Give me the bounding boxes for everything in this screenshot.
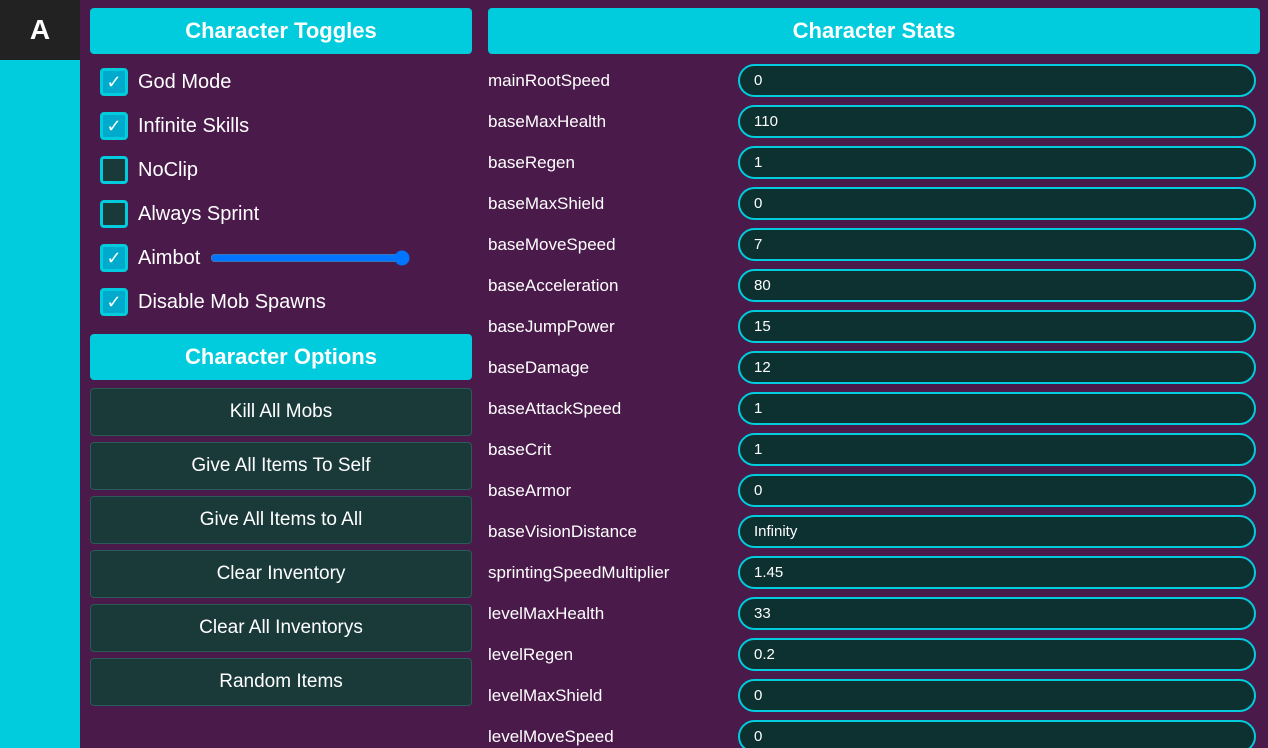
stat-row-baseAcceleration: baseAcceleration <box>488 267 1256 304</box>
checkbox-disable-mob-spawns[interactable]: ✓ <box>100 288 128 316</box>
stat-input-baseCrit[interactable] <box>738 433 1256 466</box>
aimbot-slider[interactable] <box>210 249 410 267</box>
stat-row-baseMoveSpeed: baseMoveSpeed <box>488 226 1256 263</box>
stat-input-levelMaxShield[interactable] <box>738 679 1256 712</box>
toggle-label-noclip: NoClip <box>138 159 198 182</box>
toggle-label-aimbot: Aimbot <box>138 247 200 270</box>
stat-label-baseDamage: baseDamage <box>488 358 728 378</box>
stat-row-baseDamage: baseDamage <box>488 349 1256 386</box>
stat-row-baseJumpPower: baseJumpPower <box>488 308 1256 345</box>
options-list: Kill All Mobs Give All Items To Self Give … <box>90 388 480 706</box>
logo-text: A <box>30 14 50 46</box>
stat-input-baseMaxShield[interactable] <box>738 187 1256 220</box>
stat-label-baseCrit: baseCrit <box>488 440 728 460</box>
right-panel: Character Stats mainRootSpeed baseMaxHeal… <box>480 0 1268 748</box>
stat-label-baseAttackSpeed: baseAttackSpeed <box>488 399 728 419</box>
options-header: Character Options <box>90 334 472 380</box>
checkbox-noclip[interactable] <box>100 156 128 184</box>
stat-input-baseArmor[interactable] <box>738 474 1256 507</box>
stats-header: Character Stats <box>488 8 1260 54</box>
stat-row-baseVisionDistance: baseVisionDistance <box>488 513 1256 550</box>
stat-label-levelMaxHealth: levelMaxHealth <box>488 604 728 624</box>
stat-input-baseVisionDistance[interactable] <box>738 515 1256 548</box>
stat-input-mainRootSpeed[interactable] <box>738 64 1256 97</box>
toggle-item-noclip[interactable]: NoClip <box>90 150 472 190</box>
sidebar: A <box>0 0 80 748</box>
stat-input-baseAcceleration[interactable] <box>738 269 1256 302</box>
stats-list: mainRootSpeed baseMaxHealth baseRegen baseM… <box>488 62 1264 748</box>
stat-label-baseJumpPower: baseJumpPower <box>488 317 728 337</box>
stat-row-baseAttackSpeed: baseAttackSpeed <box>488 390 1256 427</box>
stat-input-levelMoveSpeed[interactable] <box>738 720 1256 748</box>
stat-label-baseVisionDistance: baseVisionDistance <box>488 522 728 542</box>
option-btn-random-items[interactable]: Random Items <box>90 658 472 706</box>
option-btn-give-all-items-to-self[interactable]: Give All Items To Self <box>90 442 472 490</box>
stat-input-baseAttackSpeed[interactable] <box>738 392 1256 425</box>
stat-label-baseAcceleration: baseAcceleration <box>488 276 728 296</box>
stat-input-baseJumpPower[interactable] <box>738 310 1256 343</box>
stat-label-baseRegen: baseRegen <box>488 153 728 173</box>
stat-input-baseMoveSpeed[interactable] <box>738 228 1256 261</box>
toggle-item-infinite-skills[interactable]: ✓ Infinite Skills <box>90 106 472 146</box>
stat-label-levelRegen: levelRegen <box>488 645 728 665</box>
checkbox-always-sprint[interactable] <box>100 200 128 228</box>
option-btn-give-all-items-to-all[interactable]: Give All Items to All <box>90 496 472 544</box>
toggle-label-infinite-skills: Infinite Skills <box>138 115 249 138</box>
checkbox-aimbot[interactable]: ✓ <box>100 244 128 272</box>
stat-input-baseRegen[interactable] <box>738 146 1256 179</box>
option-btn-clear-inventory[interactable]: Clear Inventory <box>90 550 472 598</box>
toggle-item-disable-mob-spawns[interactable]: ✓ Disable Mob Spawns <box>90 282 472 322</box>
stat-row-baseRegen: baseRegen <box>488 144 1256 181</box>
stat-label-levelMoveSpeed: levelMoveSpeed <box>488 727 728 747</box>
option-btn-clear-all-inventorys[interactable]: Clear All Inventorys <box>90 604 472 652</box>
stat-input-levelRegen[interactable] <box>738 638 1256 671</box>
stat-row-baseCrit: baseCrit <box>488 431 1256 468</box>
toggles-header: Character Toggles <box>90 8 472 54</box>
toggle-label-god-mode: God Mode <box>138 71 231 94</box>
stat-input-baseMaxHealth[interactable] <box>738 105 1256 138</box>
stat-row-levelMoveSpeed: levelMoveSpeed <box>488 718 1256 748</box>
main-content: Character Toggles ✓ God Mode ✓ Infinite Ski… <box>80 0 1268 748</box>
stat-label-sprintingSpeedMultiplier: sprintingSpeedMultiplier <box>488 563 728 583</box>
toggle-label-disable-mob-spawns: Disable Mob Spawns <box>138 291 326 314</box>
app-logo: A <box>0 0 80 60</box>
left-panel: Character Toggles ✓ God Mode ✓ Infinite Ski… <box>80 0 480 748</box>
stat-input-levelMaxHealth[interactable] <box>738 597 1256 630</box>
option-btn-kill-all-mobs[interactable]: Kill All Mobs <box>90 388 472 436</box>
stat-label-baseMaxHealth: baseMaxHealth <box>488 112 728 132</box>
stat-row-baseMaxShield: baseMaxShield <box>488 185 1256 222</box>
stat-row-levelRegen: levelRegen <box>488 636 1256 673</box>
stat-label-mainRootSpeed: mainRootSpeed <box>488 71 728 91</box>
stat-row-baseArmor: baseArmor <box>488 472 1256 509</box>
toggle-item-always-sprint[interactable]: Always Sprint <box>90 194 472 234</box>
toggle-label-always-sprint: Always Sprint <box>138 203 259 226</box>
toggle-item-aimbot[interactable]: ✓ Aimbot <box>90 238 472 278</box>
stat-row-baseMaxHealth: baseMaxHealth <box>488 103 1256 140</box>
stat-label-baseMaxShield: baseMaxShield <box>488 194 728 214</box>
stat-row-sprintingSpeedMultiplier: sprintingSpeedMultiplier <box>488 554 1256 591</box>
stat-input-baseDamage[interactable] <box>738 351 1256 384</box>
stat-row-mainRootSpeed: mainRootSpeed <box>488 62 1256 99</box>
stat-label-levelMaxShield: levelMaxShield <box>488 686 728 706</box>
stat-row-levelMaxHealth: levelMaxHealth <box>488 595 1256 632</box>
stat-label-baseMoveSpeed: baseMoveSpeed <box>488 235 728 255</box>
checkbox-infinite-skills[interactable]: ✓ <box>100 112 128 140</box>
toggle-item-god-mode[interactable]: ✓ God Mode <box>90 62 472 102</box>
checkbox-god-mode[interactable]: ✓ <box>100 68 128 96</box>
stat-label-baseArmor: baseArmor <box>488 481 728 501</box>
stat-row-levelMaxShield: levelMaxShield <box>488 677 1256 714</box>
stat-input-sprintingSpeedMultiplier[interactable] <box>738 556 1256 589</box>
stats-scroll[interactable]: mainRootSpeed baseMaxHealth baseRegen baseM… <box>488 62 1268 748</box>
toggles-list: ✓ God Mode ✓ Infinite Skills NoClip Always Sp… <box>90 62 480 322</box>
